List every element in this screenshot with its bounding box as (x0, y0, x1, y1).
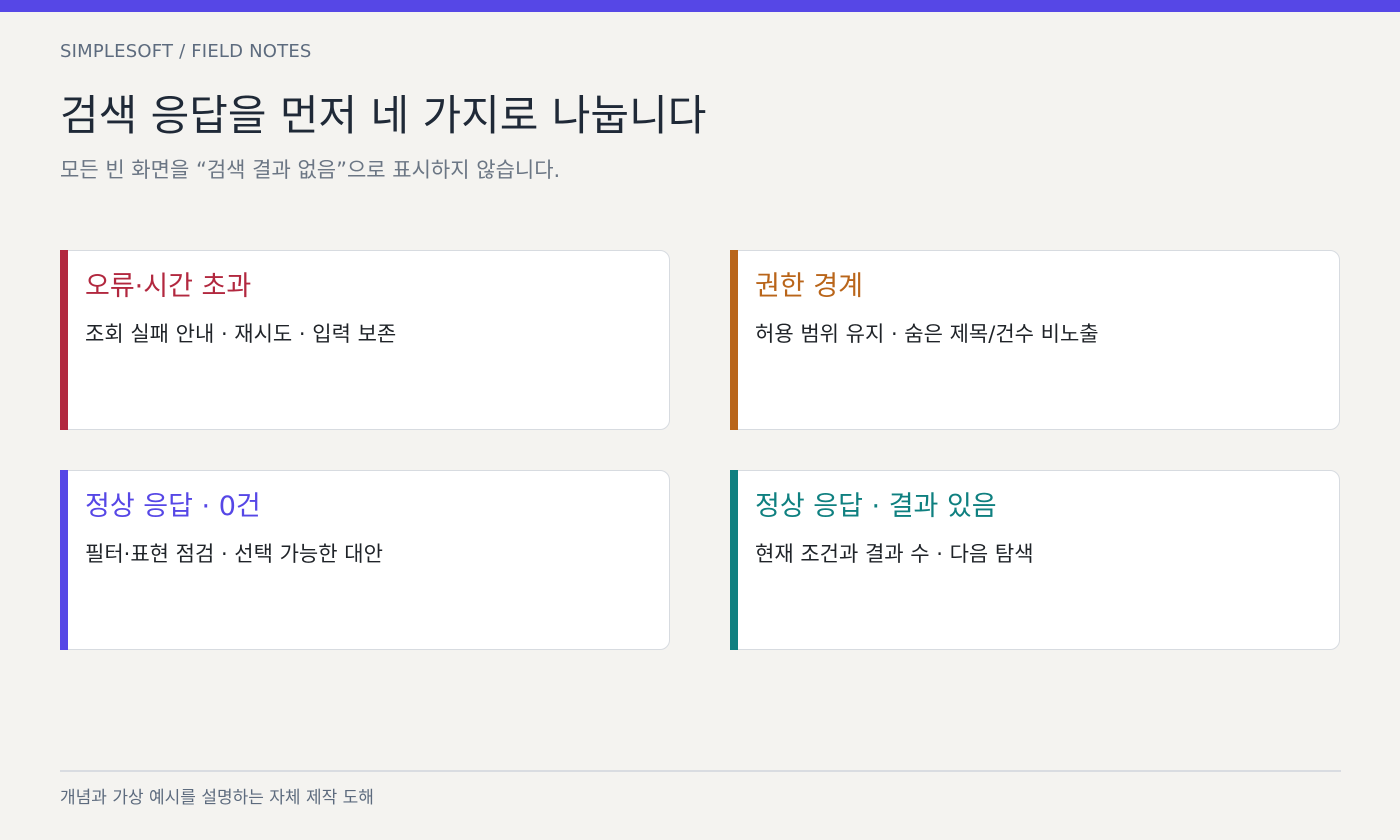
card-accent-stripe (59, 469, 68, 650)
card-accent-stripe (59, 249, 68, 430)
card-description: 조회 실패 안내 · 재시도 · 입력 보존 (85, 322, 397, 346)
card-error-timeout: 오류·시간 초과 조회 실패 안내 · 재시도 · 입력 보존 (59, 249, 670, 430)
breadcrumb: SIMPLESOFT / FIELD NOTES (60, 41, 312, 62)
footer-note: 개념과 가상 예시를 설명하는 자체 제작 도해 (60, 788, 374, 808)
page-title: 검색 응답을 먼저 네 가지로 나눕니다 (60, 91, 707, 140)
card-description: 허용 범위 유지 · 숨은 제목/건수 비노출 (755, 322, 1099, 346)
card-normal-zero-results: 정상 응답 · 0건 필터·표현 점검 · 선택 가능한 대안 (59, 469, 670, 650)
card-title: 정상 응답 · 결과 있음 (755, 491, 997, 522)
footer-divider (60, 770, 1341, 772)
card-title: 정상 응답 · 0건 (85, 491, 261, 522)
top-accent-bar (0, 0, 1400, 12)
card-title: 오류·시간 초과 (85, 271, 252, 302)
card-accent-stripe (729, 249, 738, 430)
card-accent-stripe (729, 469, 738, 650)
card-normal-with-results: 정상 응답 · 결과 있음 현재 조건과 결과 수 · 다음 탐색 (729, 469, 1340, 650)
card-description: 현재 조건과 결과 수 · 다음 탐색 (755, 542, 1034, 566)
card-title: 권한 경계 (755, 271, 863, 302)
card-permission-boundary: 권한 경계 허용 범위 유지 · 숨은 제목/건수 비노출 (729, 249, 1340, 430)
card-description: 필터·표현 점검 · 선택 가능한 대안 (85, 542, 383, 566)
page-subtitle: 모든 빈 화면을 “검색 결과 없음”으로 표시하지 않습니다. (60, 158, 561, 182)
